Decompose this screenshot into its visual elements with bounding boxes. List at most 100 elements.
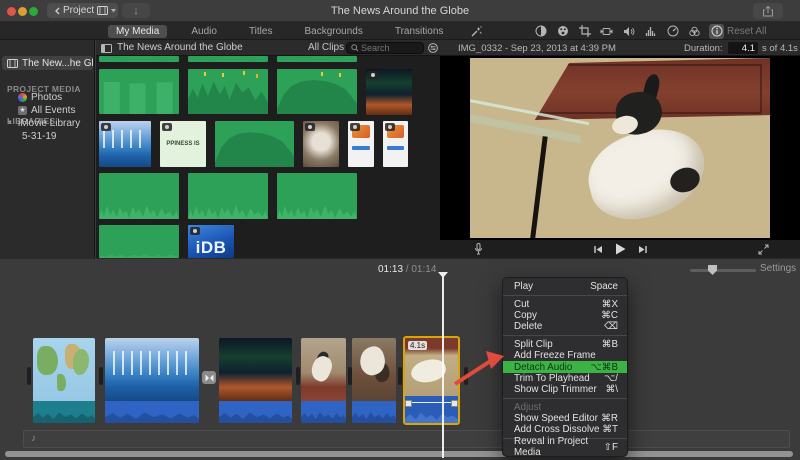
timecode: 01:13 / 01:14 [378, 264, 436, 275]
timeline-zoom-slider[interactable] [690, 269, 756, 272]
photo-clip-dog[interactable] [303, 121, 339, 167]
disclosure-triangle-icon[interactable]: ▼ [7, 120, 14, 126]
timeline-clip-aurora[interactable] [219, 338, 292, 423]
search-box[interactable] [346, 42, 424, 54]
timeline-clip-dog1[interactable] [301, 338, 346, 423]
tab-transitions[interactable]: Transitions [387, 25, 452, 38]
adjust-toolbar [533, 22, 724, 40]
photo-clip-screenshot[interactable] [383, 121, 408, 167]
menu-item-delete[interactable]: Delete⌫ [503, 321, 627, 332]
minimize-window-button[interactable] [18, 7, 27, 16]
reset-all-button[interactable]: Reset All [727, 26, 766, 37]
sidebar-item-event[interactable]: 5-31-19 [2, 129, 93, 143]
duration-input[interactable] [728, 42, 758, 54]
tab-backgrounds[interactable]: Backgrounds [296, 25, 370, 38]
timeline-clip-map[interactable] [33, 338, 95, 423]
photo-clip-screenshot[interactable] [348, 121, 374, 167]
clip-trim-handle[interactable] [398, 367, 402, 385]
enhance-wand-button[interactable] [468, 24, 483, 39]
share-button[interactable] [753, 3, 783, 19]
sidebar-item-all-events[interactable]: ★ All Events [2, 103, 93, 117]
timeline-clip-selected[interactable]: 4.1s [403, 336, 460, 425]
video-preview[interactable] [440, 56, 800, 240]
stabilization-button[interactable] [599, 24, 614, 39]
speed-button[interactable] [665, 24, 680, 39]
menu-item-show-clip-trimmer[interactable]: Show Clip Trimmer⌘\ [503, 384, 627, 395]
audio-clip[interactable] [99, 225, 179, 258]
audio-clip[interactable] [277, 56, 357, 62]
audio-clip[interactable] [188, 69, 268, 114]
crop-button[interactable] [577, 24, 592, 39]
photo-clip-happiness[interactable]: PPINESS IS [160, 121, 206, 167]
browser-settings-icon[interactable] [428, 43, 438, 53]
clip-trim-handle[interactable] [296, 367, 300, 385]
color-balance-button[interactable] [533, 24, 548, 39]
zoom-slider-thumb[interactable] [708, 265, 717, 275]
menu-separator [503, 335, 627, 336]
timeline-clip-dog2[interactable] [352, 338, 396, 423]
audio-clip[interactable] [215, 121, 294, 167]
all-events-label: All Events [31, 105, 75, 116]
menu-item-add-cross-dissolve[interactable]: Add Cross Dissolve⌘T [503, 424, 627, 435]
tab-my-media[interactable]: My Media [108, 25, 167, 38]
media-browser-button[interactable] [94, 3, 118, 18]
timeline-settings-button[interactable]: Settings [760, 263, 796, 274]
clips-filter-dropdown[interactable]: All Clips ▲▼ [308, 42, 351, 53]
color-overlay-button[interactable] [687, 24, 702, 39]
close-window-button[interactable] [7, 7, 16, 16]
viewer-pane: IMG_0332 - Sep 23, 2013 at 4:39 PM Durat… [440, 40, 800, 258]
tab-audio[interactable]: Audio [183, 25, 225, 38]
audio-clip[interactable] [277, 69, 357, 114]
menu-item-trim-to-playhead[interactable]: Trim To Playhead⌥/ [503, 373, 627, 384]
menu-item-add-freeze-frame[interactable]: Add Freeze Frame [503, 350, 627, 361]
clip-trim-handle[interactable] [464, 367, 468, 385]
volume-line[interactable] [406, 402, 457, 403]
clip-trim-handle[interactable] [99, 367, 103, 385]
sidebar-item-project[interactable]: The New...he Globe [2, 56, 93, 70]
audio-clip[interactable] [188, 173, 268, 219]
menu-item-reveal-in-project-media[interactable]: Reveal in Project Media⇧F [503, 442, 627, 453]
menu-item-split-clip[interactable]: Split Clip⌘B [503, 339, 627, 350]
menu-item-play[interactable]: PlaySpace [503, 281, 627, 292]
search-icon [351, 44, 358, 52]
photo-clip-idb[interactable]: iDB [188, 225, 234, 258]
audio-clip[interactable] [99, 56, 179, 62]
menu-item-show-speed-editor[interactable]: Show Speed Editor⌘R [503, 413, 627, 424]
previous-frame-button[interactable] [594, 245, 603, 254]
waterfall-thumbnail [105, 338, 199, 401]
table-leg [529, 136, 547, 238]
audio-clip[interactable] [99, 173, 179, 219]
search-input[interactable] [361, 43, 419, 53]
transition-button[interactable] [202, 371, 216, 384]
clip-trim-handle[interactable] [27, 367, 31, 385]
background-music-lane[interactable]: ♪ [23, 430, 790, 448]
sidebar-item-photos[interactable]: Photos [2, 90, 93, 104]
audio-clip[interactable] [277, 173, 357, 219]
playback-controls [440, 240, 800, 258]
sidebar-item-imovie-library[interactable]: ▼ iMovie Library [2, 116, 93, 130]
color-correction-button[interactable] [555, 24, 570, 39]
menu-item-cut[interactable]: Cut⌘X [503, 298, 627, 309]
next-frame-button[interactable] [638, 245, 647, 254]
timeline-pane: 01:13 / 01:14 Settings [0, 258, 800, 460]
play-button[interactable] [615, 243, 626, 255]
playhead[interactable] [442, 273, 444, 458]
video-clip-waterfall[interactable] [99, 121, 151, 167]
menu-item-copy[interactable]: Copy⌘C [503, 310, 627, 321]
total-time: / 01:14 [403, 264, 436, 275]
import-media-button[interactable]: ↓ [122, 3, 150, 18]
volume-button[interactable] [621, 24, 636, 39]
zoom-window-button[interactable] [29, 7, 38, 16]
audio-clip[interactable] [99, 69, 179, 114]
tab-titles[interactable]: Titles [241, 25, 281, 38]
photo-clip-aurora[interactable] [366, 69, 412, 115]
menu-item-detach-audio[interactable]: Detach Audio⌥⌘B [503, 361, 627, 372]
noise-reduction-button[interactable] [643, 24, 658, 39]
sidebar-toggle-icon[interactable] [101, 44, 112, 53]
clip-info-button[interactable] [709, 24, 724, 39]
voiceover-button[interactable] [474, 243, 483, 255]
timeline-scrollbar[interactable] [5, 451, 793, 457]
audio-clip[interactable] [188, 56, 268, 62]
timeline-clip-waterfall[interactable] [105, 338, 199, 423]
fullscreen-button[interactable] [758, 244, 769, 255]
